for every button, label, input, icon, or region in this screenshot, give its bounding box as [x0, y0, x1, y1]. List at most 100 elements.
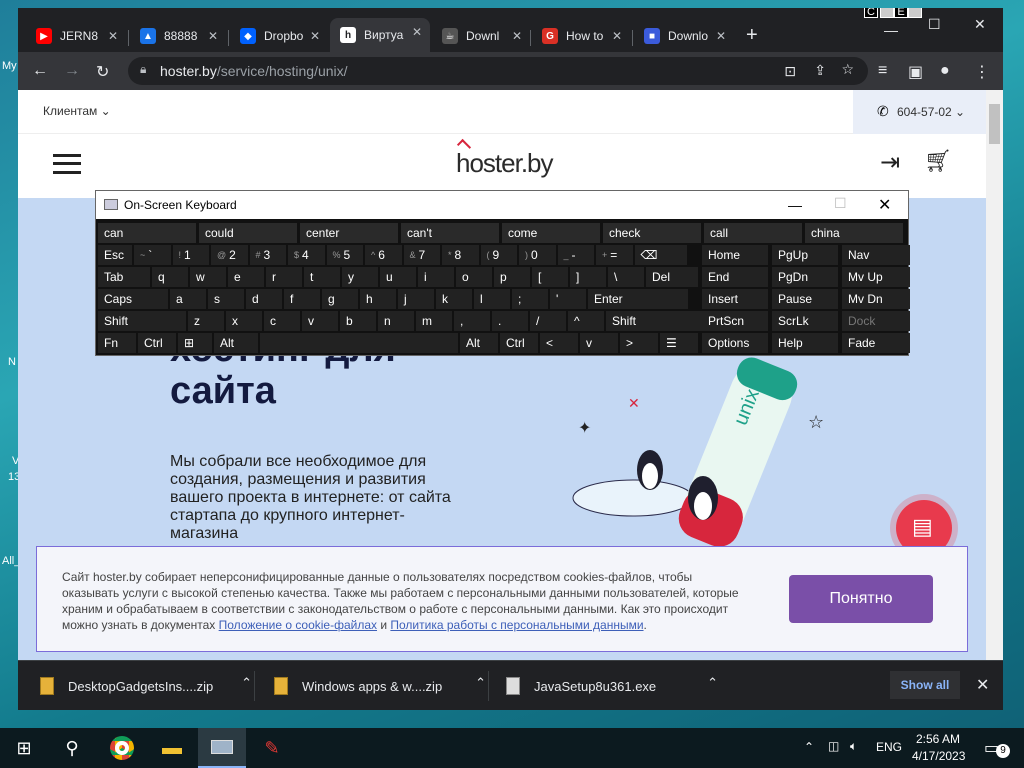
phone-block[interactable]: ✆ 604-57-02 ⌄ — [853, 90, 986, 134]
browser-tab[interactable]: ☕ Downl ✕ — [432, 22, 530, 50]
osk-nav-key[interactable]: Mv Dn — [842, 289, 910, 309]
close-downloads-icon[interactable]: ✕ — [976, 675, 989, 695]
osk-key[interactable]: j — [398, 289, 434, 309]
close-window-icon[interactable]: ✕ — [974, 16, 986, 33]
cookie-accept-button[interactable]: Понятно — [789, 575, 933, 623]
osk-key[interactable]: \ — [608, 267, 644, 287]
browser-tab[interactable]: ▲ 88888 ✕ — [130, 22, 226, 50]
lock-icon[interactable]: 🔒︎ — [140, 62, 146, 77]
search-icon[interactable]: ⚲ — [48, 728, 96, 768]
share-icon[interactable]: ⇪ — [814, 62, 826, 79]
osk-key[interactable]: Enter — [588, 289, 688, 309]
osk-key[interactable]: p — [494, 267, 530, 287]
close-tab-icon[interactable]: ✕ — [512, 29, 522, 43]
login-icon[interactable]: ⇥ — [880, 148, 900, 177]
osk-key[interactable]: (9 — [480, 245, 517, 265]
osk-key[interactable]: d — [246, 289, 282, 309]
osk-key[interactable]: o — [456, 267, 492, 287]
scroll-thumb[interactable] — [989, 104, 1000, 144]
cookie-policy-link[interactable]: Положение о cookie-файлах — [219, 618, 377, 632]
osk-key[interactable]: ⊞ — [178, 333, 212, 353]
pen-icon[interactable]: ✎ — [248, 728, 296, 768]
osk-key[interactable]: Caps — [98, 289, 168, 309]
osk-key[interactable]: < — [540, 333, 578, 353]
osk-key[interactable]: ; — [512, 289, 548, 309]
network-icon[interactable]: ◫ — [828, 739, 839, 753]
osk-key[interactable]: h — [360, 289, 396, 309]
osk-key[interactable]: > — [620, 333, 658, 353]
osk-key[interactable]: Esc — [98, 245, 132, 265]
spacebar-key[interactable] — [260, 333, 458, 353]
osk-key[interactable]: b — [340, 311, 376, 331]
osk-key[interactable]: ~ ` — [134, 245, 171, 265]
osk-nav-key[interactable]: ScrLk — [772, 311, 838, 331]
minimize-icon[interactable]: — — [884, 22, 898, 38]
close-tab-icon[interactable]: ✕ — [716, 29, 726, 43]
osk-key[interactable]: Shift — [98, 311, 186, 331]
prediction-key[interactable]: can — [98, 223, 196, 243]
maximize-icon[interactable]: ☐ — [834, 195, 847, 212]
osk-key[interactable]: Fn — [98, 333, 136, 353]
prediction-key[interactable]: could — [199, 223, 297, 243]
clients-menu[interactable]: Клиентам ⌄ — [43, 104, 111, 118]
osk-key[interactable]: g — [322, 289, 358, 309]
osk-key[interactable]: e — [228, 267, 264, 287]
osk-nav-key[interactable]: Mv Up — [842, 267, 910, 287]
osk-key[interactable]: f — [284, 289, 320, 309]
browser-tab[interactable]: G How to ✕ — [532, 22, 630, 50]
osk-key[interactable]: m — [416, 311, 452, 331]
osk-key[interactable]: r — [266, 267, 302, 287]
download-item[interactable]: Windows apps & w....zip ⌃ — [274, 661, 496, 710]
osk-nav-key[interactable]: Insert — [702, 289, 768, 309]
osk-key[interactable]: q — [152, 267, 188, 287]
osk-key[interactable]: ] — [570, 267, 606, 287]
back-icon[interactable]: ← — [32, 62, 48, 80]
media-control-icon[interactable]: ≡ — [878, 62, 887, 80]
close-tab-icon[interactable]: ✕ — [612, 29, 622, 43]
osk-nav-key[interactable]: Help — [772, 333, 838, 353]
close-icon[interactable]: ✕ — [878, 195, 891, 215]
osk-key[interactable]: #3 — [249, 245, 286, 265]
prediction-key[interactable]: check — [603, 223, 701, 243]
osk-key[interactable]: z — [188, 311, 224, 331]
clock-time[interactable]: 2:56 AM — [916, 732, 960, 746]
chevron-up-icon[interactable]: ⌃ — [475, 675, 486, 691]
osk-nav-key[interactable]: Nav — [842, 245, 910, 265]
osk-key[interactable]: l — [474, 289, 510, 309]
osk-key[interactable]: u — [380, 267, 416, 287]
osk-key[interactable]: w — [190, 267, 226, 287]
osk-key[interactable]: v — [580, 333, 618, 353]
prediction-key[interactable]: come — [502, 223, 600, 243]
forward-icon[interactable]: → — [64, 62, 80, 80]
prediction-key[interactable]: center — [300, 223, 398, 243]
osk-key[interactable]: x — [226, 311, 262, 331]
page-scrollbar[interactable] — [986, 90, 1003, 660]
show-all-button[interactable]: Show all — [890, 671, 960, 699]
close-tab-icon[interactable]: ✕ — [310, 29, 320, 43]
osk-key[interactable]: & 7 — [403, 245, 440, 265]
osk-key[interactable]: t — [304, 267, 340, 287]
osk-key[interactable]: + = — [596, 245, 633, 265]
osk-key[interactable]: Alt — [214, 333, 258, 353]
osk-nav-key[interactable]: Fade — [842, 333, 910, 353]
osk-nav-key[interactable]: Pause — [772, 289, 838, 309]
prediction-key[interactable]: call — [704, 223, 802, 243]
prediction-key[interactable]: china — [805, 223, 903, 243]
file-explorer-icon[interactable]: ▬ — [148, 728, 196, 768]
osk-key[interactable]: y — [342, 267, 378, 287]
osk-key[interactable]: @2 — [211, 245, 248, 265]
close-tab-icon[interactable]: ✕ — [412, 25, 422, 39]
osk-nav-key[interactable]: End — [702, 267, 768, 287]
chevron-up-icon[interactable]: ⌃ — [241, 675, 252, 691]
translate-icon[interactable]: ⊡ — [784, 63, 796, 80]
volume-icon[interactable]: 🔈︎ — [850, 739, 857, 754]
osk-key[interactable]: ⌫ — [634, 245, 687, 265]
hamburger-icon[interactable] — [53, 154, 81, 174]
osk-nav-key[interactable]: PgDn — [772, 267, 838, 287]
browser-tab[interactable]: ▶ JERN8 ✕ — [26, 22, 126, 50]
osk-nav-key[interactable]: PgUp — [772, 245, 838, 265]
osk-key[interactable]: a — [170, 289, 206, 309]
osk-key[interactable]: ' — [550, 289, 586, 309]
osk-key[interactable]: _ - — [557, 245, 594, 265]
osk-nav-key[interactable]: Options — [702, 333, 768, 353]
